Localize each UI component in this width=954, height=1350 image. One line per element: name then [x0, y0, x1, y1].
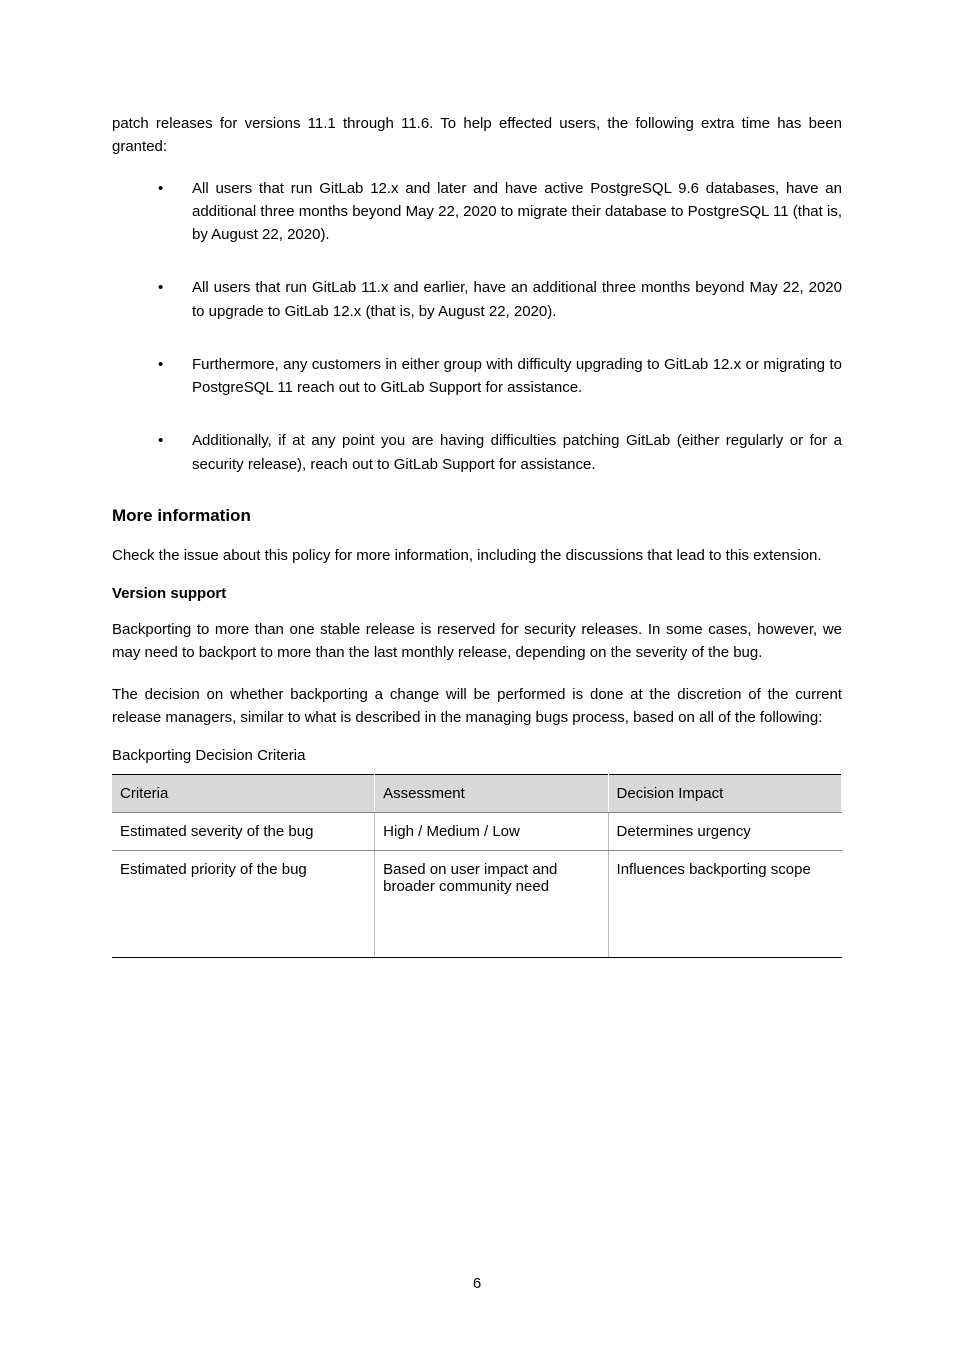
table-cell: Influences backporting scope — [608, 851, 841, 958]
heading-more-information: More information — [112, 506, 842, 526]
document-page: patch releases for versions 11.1 through… — [0, 0, 954, 1350]
table-cell: Based on user impact and broader communi… — [375, 851, 608, 958]
version-paragraph-2: The decision on whether backporting a ch… — [112, 683, 842, 730]
list-item: Furthermore, any customers in either gro… — [158, 353, 842, 400]
table-cell: Estimated severity of the bug — [112, 813, 375, 851]
table-header-cell: Decision Impact — [608, 775, 841, 813]
list-item: All users that run GitLab 12.x and later… — [158, 177, 842, 247]
table-header-cell: Assessment — [375, 775, 608, 813]
table-caption: Backporting Decision Criteria — [112, 747, 842, 764]
table-cell: High / Medium / Low — [375, 813, 608, 851]
page-number: 6 — [0, 1275, 954, 1292]
table-cell: Determines urgency — [608, 813, 841, 851]
criteria-table: Criteria Assessment Decision Impact Esti… — [112, 774, 842, 958]
table-row: Estimated priority of the bug Based on u… — [112, 851, 842, 958]
more-info-paragraph: Check the issue about this policy for mo… — [112, 544, 842, 567]
table-header-row: Criteria Assessment Decision Impact — [112, 775, 842, 813]
table-cell: Estimated priority of the bug — [112, 851, 375, 958]
table-header-cell: Criteria — [112, 775, 375, 813]
list-item: All users that run GitLab 11.x and earli… — [158, 276, 842, 323]
intro-paragraph: patch releases for versions 11.1 through… — [112, 112, 842, 159]
bullet-list: All users that run GitLab 12.x and later… — [158, 177, 842, 476]
heading-version-support: Version support — [112, 585, 842, 602]
version-paragraph-1: Backporting to more than one stable rele… — [112, 618, 842, 665]
list-item: Additionally, if at any point you are ha… — [158, 429, 842, 476]
table-row: Estimated severity of the bug High / Med… — [112, 813, 842, 851]
